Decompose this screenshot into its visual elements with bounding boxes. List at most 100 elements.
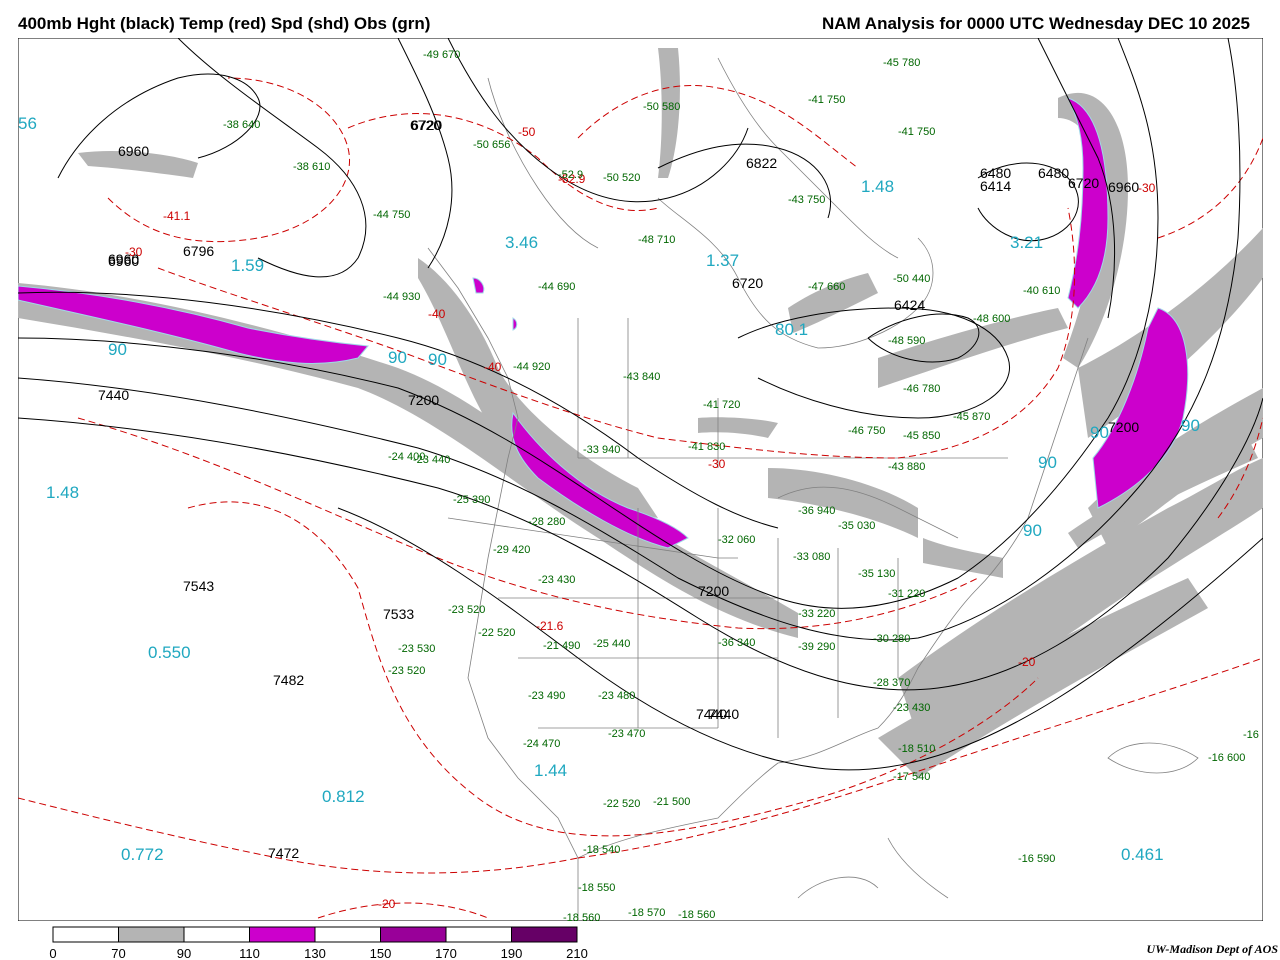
legend-tick-label: 90 [177,946,191,960]
speed-label: 90 [108,340,127,359]
observation-label: -46 780 [903,383,940,395]
observation-label: -23 430 [538,574,575,586]
height-label: 7200 [1108,419,1139,435]
observation-label: -50 580 [643,101,680,113]
observation-label: -29 420 [493,544,530,556]
speed-label: 0.461 [1121,845,1164,864]
speed-label: 0.812 [322,787,365,806]
temperature-label: -30 [708,457,726,471]
observation-label: -32 060 [718,534,755,546]
observation-label: -18 510 [898,743,935,755]
temperature-label: -50 [518,125,536,139]
speed-label: 90 [428,350,447,369]
observation-label: -43 840 [623,371,660,383]
observation-label: -44 920 [513,361,550,373]
observation-label: -16 600 [1208,752,1245,764]
observation-label: -17 540 [893,771,930,783]
legend-tick-label: 210 [566,946,588,960]
legend-tick-label: 190 [501,946,523,960]
legend-swatch [314,926,381,943]
temperature-label: -40 [484,360,502,374]
observation-label: -44 750 [373,209,410,221]
observation-label: -45 850 [903,430,940,442]
height-label: 6796 [183,243,214,259]
observation-label: -31 220 [888,588,925,600]
height-label: 6480 [1038,165,1069,181]
observation-label: -41 720 [703,399,740,411]
legend-swatch [511,926,578,943]
observation-label: -35 130 [858,568,895,580]
observation-label: -33 220 [798,608,835,620]
height-label: 6720 [1068,175,1099,191]
observation-label: -21 490 [543,640,580,652]
observation-label: -24 400 [388,451,425,463]
speed-label: 90 [1038,453,1057,472]
observation-label: -46 750 [848,425,885,437]
temperature-label: -30 [125,245,143,259]
chart-title: 400mb Hght (black) Temp (red) Spd (shd) … [18,14,431,33]
legend-tick-label: 150 [370,946,392,960]
observation-label: -33 940 [583,444,620,456]
legend-tick-label: 70 [111,946,125,960]
speed-label: 1.44 [534,761,567,780]
speed-label: 0.772 [121,845,164,864]
observation-label: -36 940 [798,505,835,517]
observation-label: -38 610 [293,161,330,173]
speed-label: 1.48 [46,483,79,502]
speed-label: 90 [1023,521,1042,540]
height-label: 7482 [273,672,304,688]
height-label: 7440 [696,706,727,722]
speed-label: 80.1 [775,320,808,339]
temperature-label: -20 [378,897,396,911]
observation-label: -23 470 [608,728,645,740]
observation-label: -23 530 [398,643,435,655]
observation-label: -21 500 [653,796,690,808]
height-label: 7440 [98,387,129,403]
height-label: 6960 [1108,179,1139,195]
observation-label: -49 670 [423,49,460,61]
speed-legend: 0 70 90 110 130 150 170 190 210 [49,926,588,960]
observation-label: -22 520 [478,627,515,639]
observation-label: -23 480 [598,690,635,702]
observation-label: -23 520 [388,665,425,677]
speed-label: 90 [388,348,407,367]
legend-swatch [249,926,316,943]
observation-label: -22 520 [603,798,640,810]
observation-label: -39 290 [798,641,835,653]
observation-label: -23 490 [528,690,565,702]
speed-label: 90 [1090,423,1109,442]
legend-swatch [380,926,447,943]
legend-swatch [118,926,185,943]
temperature-label: -40 [428,307,446,321]
observation-label: -23 430 [893,702,930,714]
height-label: 7533 [383,606,414,622]
height-label: 6720 [411,117,442,133]
height-label: 6424 [894,297,925,313]
observation-label: -28 280 [528,516,565,528]
observation-label: -38 640 [223,119,260,131]
height-label: 6960 [118,143,149,159]
observation-label: -48 710 [638,234,675,246]
observation-label: -41 830 [688,441,725,453]
observation-label: -23 520 [448,604,485,616]
height-label: 7472 [268,845,299,861]
legend-swatch [183,926,250,943]
height-label: 7200 [408,392,439,408]
observation-label: -50 520 [603,172,640,184]
weather-map: 696067206960679669607440 7200744075437533… [18,38,1263,921]
observation-label: -25 390 [453,494,490,506]
legend-tick-label: 0 [49,946,56,960]
observation-label: -50 656 [473,139,510,151]
height-label: 7543 [183,578,214,594]
height-label: 6720 [732,275,763,291]
observation-label: -48 590 [888,335,925,347]
height-label: 6414 [980,178,1011,194]
speed-label: 90 [1181,416,1200,435]
observation-label: -18 570 [628,907,665,919]
speed-label: 1.48 [861,177,894,196]
observation-label: -48 600 [973,313,1010,325]
observation-label: -18 540 [583,844,620,856]
observation-label: -35 030 [838,520,875,532]
legend-swatch [52,926,119,943]
observation-label: -16 [1243,729,1259,741]
